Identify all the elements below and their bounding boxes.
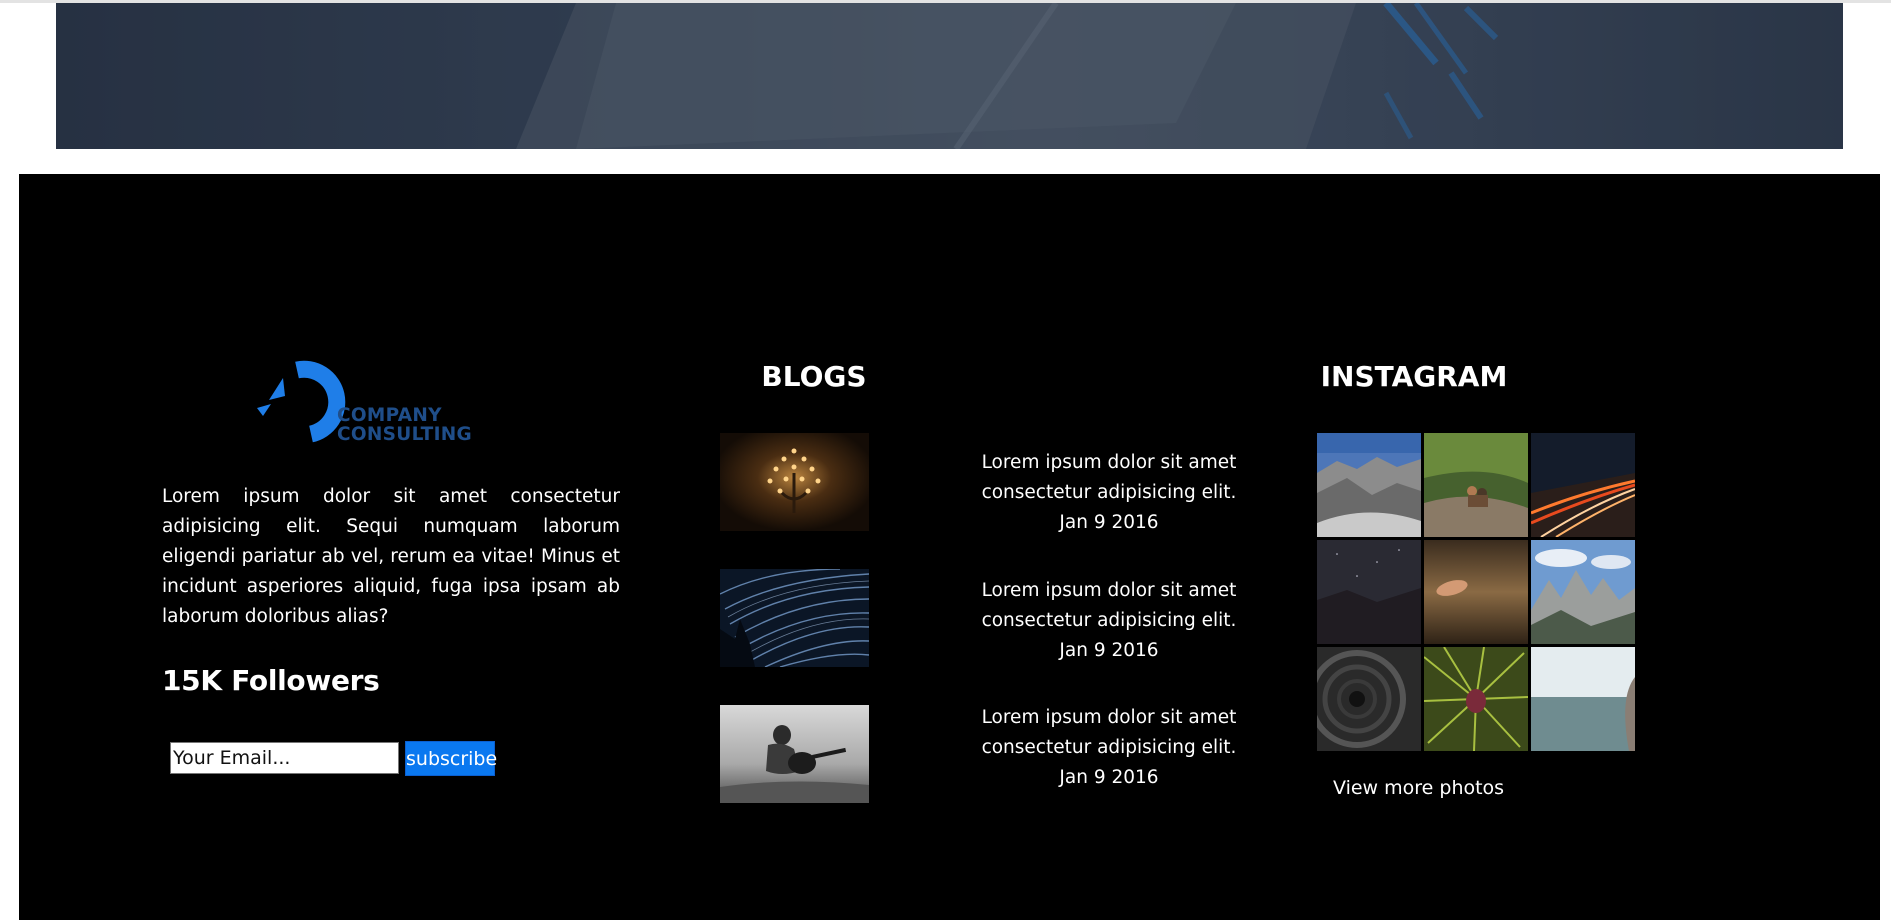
instagram-photo-beach-hand[interactable] (1424, 540, 1528, 644)
blog-post-1[interactable]: Lorem ipsum dolor sit amet consectetur a… (974, 448, 1244, 538)
instagram-photo-pine-cone[interactable] (1424, 647, 1528, 751)
blog-post-title-line2: consectetur adipisicing elit. (981, 482, 1237, 503)
logo-line-1: COMPANY (337, 405, 442, 426)
footer: COMPANY CONSULTING Lorem ipsum dolor sit… (19, 174, 1880, 920)
blog-post-3[interactable]: Lorem ipsum dolor sit amet consectetur a… (974, 703, 1244, 793)
blog-post-title-line1: Lorem ipsum dolor sit amet (981, 580, 1237, 601)
email-input[interactable] (170, 742, 399, 774)
hero-banner-image (56, 3, 1843, 149)
logo-wordmark: COMPANY CONSULTING (337, 406, 472, 444)
blog-thumb-star-trails[interactable] (720, 569, 869, 667)
blog-post-2[interactable]: Lorem ipsum dolor sit amet consectetur a… (974, 576, 1244, 666)
followers-count: 15K Followers (162, 664, 380, 697)
instagram-photo-hikers-cliff[interactable] (1424, 433, 1528, 537)
instagram-photo-night-sky[interactable] (1317, 540, 1421, 644)
blog-post-title-line2: consectetur adipisicing elit. (981, 610, 1237, 631)
subscribe-button[interactable]: subscribe (405, 741, 497, 776)
about-description: Lorem ipsum dolor sit amet consectetur a… (162, 486, 620, 627)
blog-post-title-line2: consectetur adipisicing elit. (981, 737, 1237, 758)
instagram-photo-tunnel[interactable] (1317, 647, 1421, 751)
blog-post-date: Jan 9 2016 (1059, 640, 1159, 661)
blog-thumb-chandelier[interactable] (720, 433, 869, 531)
blog-post-date: Jan 9 2016 (1059, 767, 1159, 788)
instagram-photo-mountain-valley[interactable] (1317, 433, 1421, 537)
logo-line-2: CONSULTING (337, 424, 473, 445)
instagram-heading: INSTAGRAM (1320, 360, 1508, 393)
instagram-photo-night-highway[interactable] (1531, 433, 1635, 537)
blog-post-title-line1: Lorem ipsum dolor sit amet (981, 452, 1237, 473)
instagram-photo-rocky-peaks[interactable] (1531, 540, 1635, 644)
view-more-photos-link[interactable]: View more photos (1333, 777, 1504, 799)
instagram-grid (1317, 433, 1637, 753)
instagram-photo-sea-horizon[interactable] (1531, 647, 1635, 751)
blog-post-date: Jan 9 2016 (1059, 512, 1159, 533)
blog-thumb-guitar[interactable] (720, 705, 869, 803)
blogs-heading: BLOGS (761, 360, 867, 393)
blog-post-title-line1: Lorem ipsum dolor sit amet (981, 707, 1237, 728)
